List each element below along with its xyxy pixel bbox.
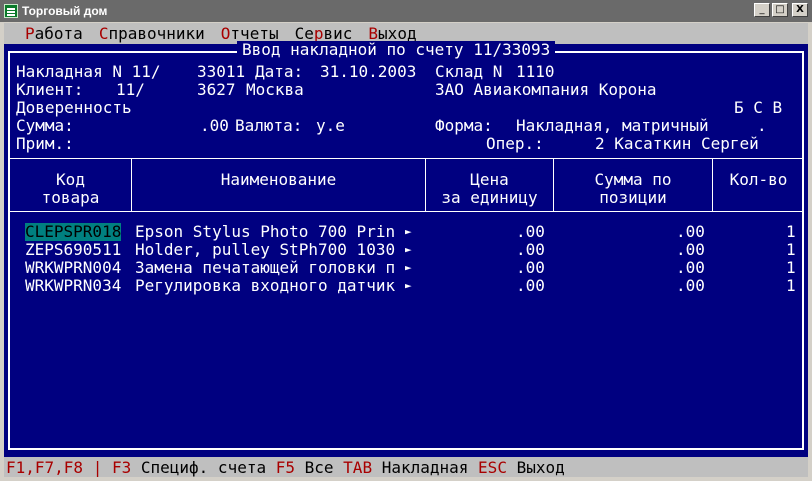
- status-bar: F1,F7,F8 | F3 Специф. счета F5 Все TAB Н…: [4, 457, 808, 477]
- sum-label: Сумма:: [16, 116, 74, 135]
- cell-price: .00: [516, 276, 545, 295]
- minimize-button[interactable]: _: [754, 3, 770, 17]
- table-row[interactable]: WRKWPRN034 Регулировка входного датчик ►…: [25, 276, 796, 295]
- note-label: Прим.:: [16, 134, 74, 153]
- cell-price: .00: [516, 258, 545, 277]
- more-arrow-icon: ►: [405, 261, 412, 274]
- header-name: Наименование: [220, 170, 337, 189]
- cell-code[interactable]: ZEPS690511: [25, 241, 121, 259]
- cell-name: Регулировка входного датчик: [135, 276, 396, 295]
- currency-label: Валюта:: [235, 116, 303, 135]
- cell-code[interactable]: CLEPSPR018: [25, 223, 122, 241]
- cell-name: Epson Stylus Photo 700 Prin: [135, 222, 396, 241]
- cell-sum: .00: [676, 222, 705, 241]
- cell-price: .00: [516, 240, 545, 259]
- hotkey-label-exit: Выход: [506, 457, 565, 477]
- cell-price: .00: [516, 222, 545, 241]
- invoice-number[interactable]: 33011: [197, 63, 245, 81]
- hotkey-label-invoice: Накладная: [372, 457, 479, 477]
- table-row[interactable]: CLEPSPR018 Epson Stylus Photo 700 Prin ►…: [25, 222, 796, 241]
- more-arrow-icon: ►: [405, 243, 412, 256]
- date-label: Дата:: [255, 62, 304, 81]
- menu-item-rabota[interactable]: Работа: [25, 24, 83, 43]
- window-controls: _ □ X: [754, 3, 808, 17]
- cell-code[interactable]: WRKWPRN034: [25, 277, 121, 295]
- app-window: Торговый дом _ □ X Работа Справочники От…: [0, 0, 812, 481]
- hotkey-f5[interactable]: F5: [276, 458, 295, 477]
- more-arrow-icon: ►: [405, 225, 412, 238]
- warehouse-number[interactable]: 1110: [516, 63, 555, 81]
- table-header-separator: [8, 211, 804, 212]
- menu-item-spravochniki[interactable]: Справочники: [99, 24, 205, 43]
- app-icon: [4, 4, 18, 18]
- cell-sum: .00: [676, 258, 705, 277]
- form-label: Форма:: [435, 116, 493, 135]
- hotkey-esc[interactable]: ESC: [478, 458, 507, 477]
- title-bar[interactable]: Торговый дом _ □ X: [0, 0, 812, 22]
- cell-sum: .00: [676, 240, 705, 259]
- currency-value[interactable]: у.е: [316, 117, 345, 135]
- invoice-label: Накладная N 11/: [16, 62, 161, 81]
- client-city: Москва: [246, 80, 304, 99]
- cell-quantity: 1: [786, 240, 796, 259]
- header-sum: Сумма по позиции: [594, 170, 672, 207]
- maximize-button[interactable]: □: [772, 3, 788, 17]
- operator-value[interactable]: 2 Касаткин Сергей: [595, 135, 759, 153]
- cell-name: Замена печатающей головки п: [135, 258, 396, 277]
- hotkey-tab[interactable]: TAB: [343, 458, 372, 477]
- hotkey-f1-f7-f8-f3[interactable]: F1,F7,F8 | F3: [6, 458, 131, 477]
- client-label: Клиент:: [16, 80, 84, 99]
- sum-value: .00: [200, 116, 229, 135]
- client-name: ЗАО Авиакомпания Корона: [435, 80, 657, 99]
- more-arrow-icon: ►: [405, 279, 412, 292]
- date-value[interactable]: 31.10.2003: [320, 63, 416, 81]
- operator-label: Опер.:: [486, 134, 544, 153]
- power-of-attorney-label: Доверенность: [16, 98, 132, 117]
- hotkey-label-all: Все: [295, 457, 344, 477]
- warehouse-label: Склад N: [435, 62, 503, 81]
- form-dot: .: [757, 116, 767, 135]
- console-area: Работа Справочники Отчеты Сервис Выход В…: [4, 23, 808, 477]
- cell-sum: .00: [676, 276, 705, 295]
- table-row[interactable]: WRKWPRN004 Замена печатающей головки п ►…: [25, 258, 796, 277]
- flags-indicator: Б С В: [734, 98, 783, 117]
- close-button[interactable]: X: [792, 3, 808, 17]
- form-value[interactable]: Накладная, матричный: [516, 117, 709, 135]
- cell-quantity: 1: [786, 222, 796, 241]
- cell-name: Holder, pulley StPh700 1030: [135, 240, 396, 259]
- cell-code[interactable]: WRKWPRN004: [25, 259, 121, 277]
- client-code[interactable]: 3627: [197, 81, 236, 99]
- cell-quantity: 1: [786, 276, 796, 295]
- hotkey-label-specification: Специф. счета: [131, 457, 276, 477]
- table-top-separator: [8, 158, 804, 159]
- form-title: Ввод накладной по счету 11/33093: [237, 41, 556, 59]
- header-code: Код товара: [41, 170, 100, 207]
- window-title: Торговый дом: [22, 4, 108, 18]
- header-price: Цена за единицу: [441, 170, 538, 207]
- cell-quantity: 1: [786, 258, 796, 277]
- table-row[interactable]: ZEPS690511 Holder, pulley StPh700 1030 ►…: [25, 240, 796, 259]
- client-prefix: 11/: [116, 80, 145, 99]
- header-quantity: Кол-во: [729, 170, 788, 189]
